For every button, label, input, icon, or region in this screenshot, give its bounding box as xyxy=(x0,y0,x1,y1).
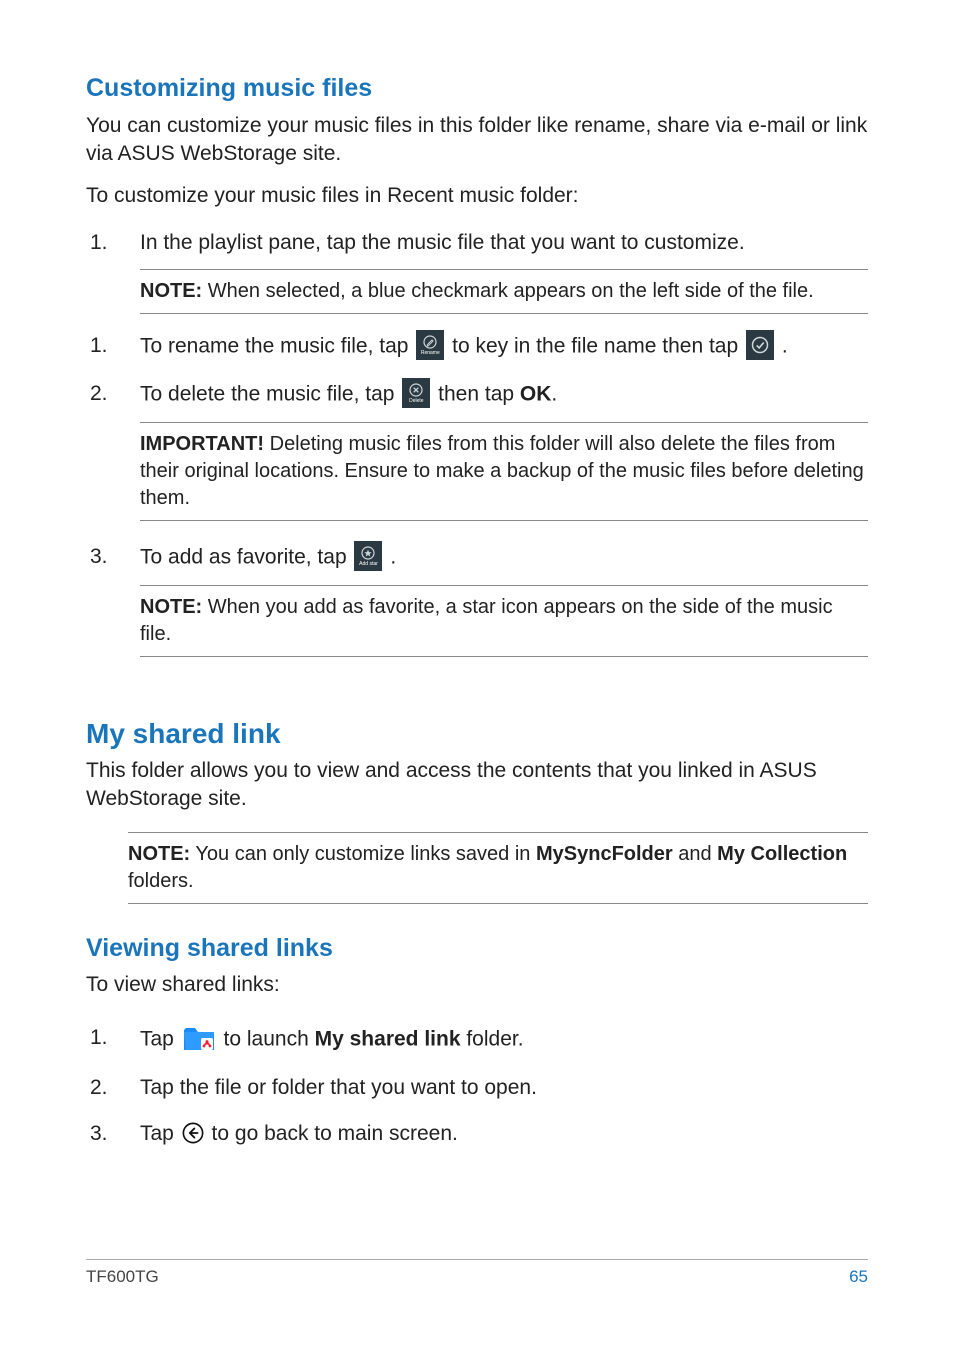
bold-fragment: MySyncFolder xyxy=(536,843,673,865)
step-row: 2. To delete the music file, tap Delete … xyxy=(86,380,868,410)
important-box: IMPORTANT! Deleting music files from thi… xyxy=(140,422,868,521)
note-body: When you add as favorite, a star icon ap… xyxy=(140,596,833,645)
page-number: 65 xyxy=(849,1266,868,1289)
text-fragment: Tap xyxy=(140,1122,180,1145)
heading-viewing: Viewing shared links xyxy=(86,932,868,966)
intro-para: This folder allows you to view and acces… xyxy=(86,757,868,814)
heading-shared-link: My shared link xyxy=(86,715,868,753)
step-number: 1. xyxy=(86,1024,140,1052)
text-fragment: to launch xyxy=(224,1027,315,1050)
step-row: 3. Tap to go back to main screen. xyxy=(86,1120,868,1148)
rename-icon[interactable]: Rename xyxy=(416,330,444,360)
delete-icon[interactable]: Delete xyxy=(402,378,430,408)
model-label: TF600TG xyxy=(86,1266,159,1289)
step-row: 1. Tap to launch My shared link folder. xyxy=(86,1024,868,1056)
lead-para: To view shared links: xyxy=(86,971,868,999)
confirm-icon[interactable] xyxy=(746,330,774,360)
intro-para: You can customize your music files in th… xyxy=(86,112,868,169)
step-row: 2. Tap the file or folder that you want … xyxy=(86,1074,868,1102)
shared-link-folder-icon[interactable] xyxy=(182,1022,216,1054)
text-fragment: . xyxy=(782,335,788,358)
step-text: To rename the music file, tap Rename to … xyxy=(140,332,868,362)
text-fragment: folders. xyxy=(128,870,194,892)
step-text: In the playlist pane, tap the music file… xyxy=(140,229,868,257)
text-fragment: folder. xyxy=(461,1027,524,1050)
text-fragment: then tap xyxy=(438,383,520,406)
step-number: 2. xyxy=(86,1074,140,1102)
step-text: Tap the file or folder that you want to … xyxy=(140,1074,868,1102)
step-number: 2. xyxy=(86,380,140,408)
back-icon[interactable] xyxy=(182,1122,204,1144)
note-box: NOTE: When you add as favorite, a star i… xyxy=(140,585,868,657)
heading-customizing: Customizing music files xyxy=(86,72,868,106)
bold-fragment: My Collection xyxy=(717,843,847,865)
step-number: 3. xyxy=(86,1120,140,1148)
step-text: To add as favorite, tap Add star . xyxy=(140,543,868,573)
note-label: NOTE: xyxy=(128,843,190,865)
important-label: IMPORTANT! xyxy=(140,433,264,455)
icon-label: Add star xyxy=(359,562,378,567)
step-row: 1. To rename the music file, tap Rename … xyxy=(86,332,868,362)
text-fragment: . xyxy=(390,546,396,569)
icon-label: Rename xyxy=(421,351,440,356)
text-fragment: To rename the music file, tap xyxy=(140,335,414,358)
note-body: When selected, a blue checkmark appears … xyxy=(202,280,813,302)
step-number: 3. xyxy=(86,543,140,571)
step-row: 3. To add as favorite, tap Add star . xyxy=(86,543,868,573)
step-number: 1. xyxy=(86,229,140,257)
text-fragment: and xyxy=(673,843,717,865)
add-star-icon[interactable]: Add star xyxy=(354,541,382,571)
icon-label: Delete xyxy=(409,399,423,404)
note-box: NOTE: When selected, a blue checkmark ap… xyxy=(140,269,868,314)
page-footer: TF600TG 65 xyxy=(86,1259,868,1289)
text-fragment: To delete the music file, tap xyxy=(140,383,400,406)
lead-para: To customize your music files in Recent … xyxy=(86,182,868,210)
note-box: NOTE: You can only customize links saved… xyxy=(128,832,868,904)
text-fragment: to go back to main screen. xyxy=(212,1122,458,1145)
ok-label: OK xyxy=(520,383,552,406)
step-text: Tap to launch My shared link folder. xyxy=(140,1024,868,1056)
text-fragment: To add as favorite, tap xyxy=(140,546,352,569)
bold-fragment: My shared link xyxy=(315,1027,461,1050)
step-text: To delete the music file, tap Delete the… xyxy=(140,380,868,410)
note-label: NOTE: xyxy=(140,280,202,302)
text-fragment: . xyxy=(551,383,557,406)
step-row: 1. In the playlist pane, tap the music f… xyxy=(86,229,868,257)
text-fragment: You can only customize links saved in xyxy=(190,843,536,865)
note-label: NOTE: xyxy=(140,596,202,618)
text-fragment: to key in the file name then tap xyxy=(452,335,744,358)
step-number: 1. xyxy=(86,332,140,360)
step-text: Tap to go back to main screen. xyxy=(140,1120,868,1148)
text-fragment: Tap xyxy=(140,1027,180,1050)
